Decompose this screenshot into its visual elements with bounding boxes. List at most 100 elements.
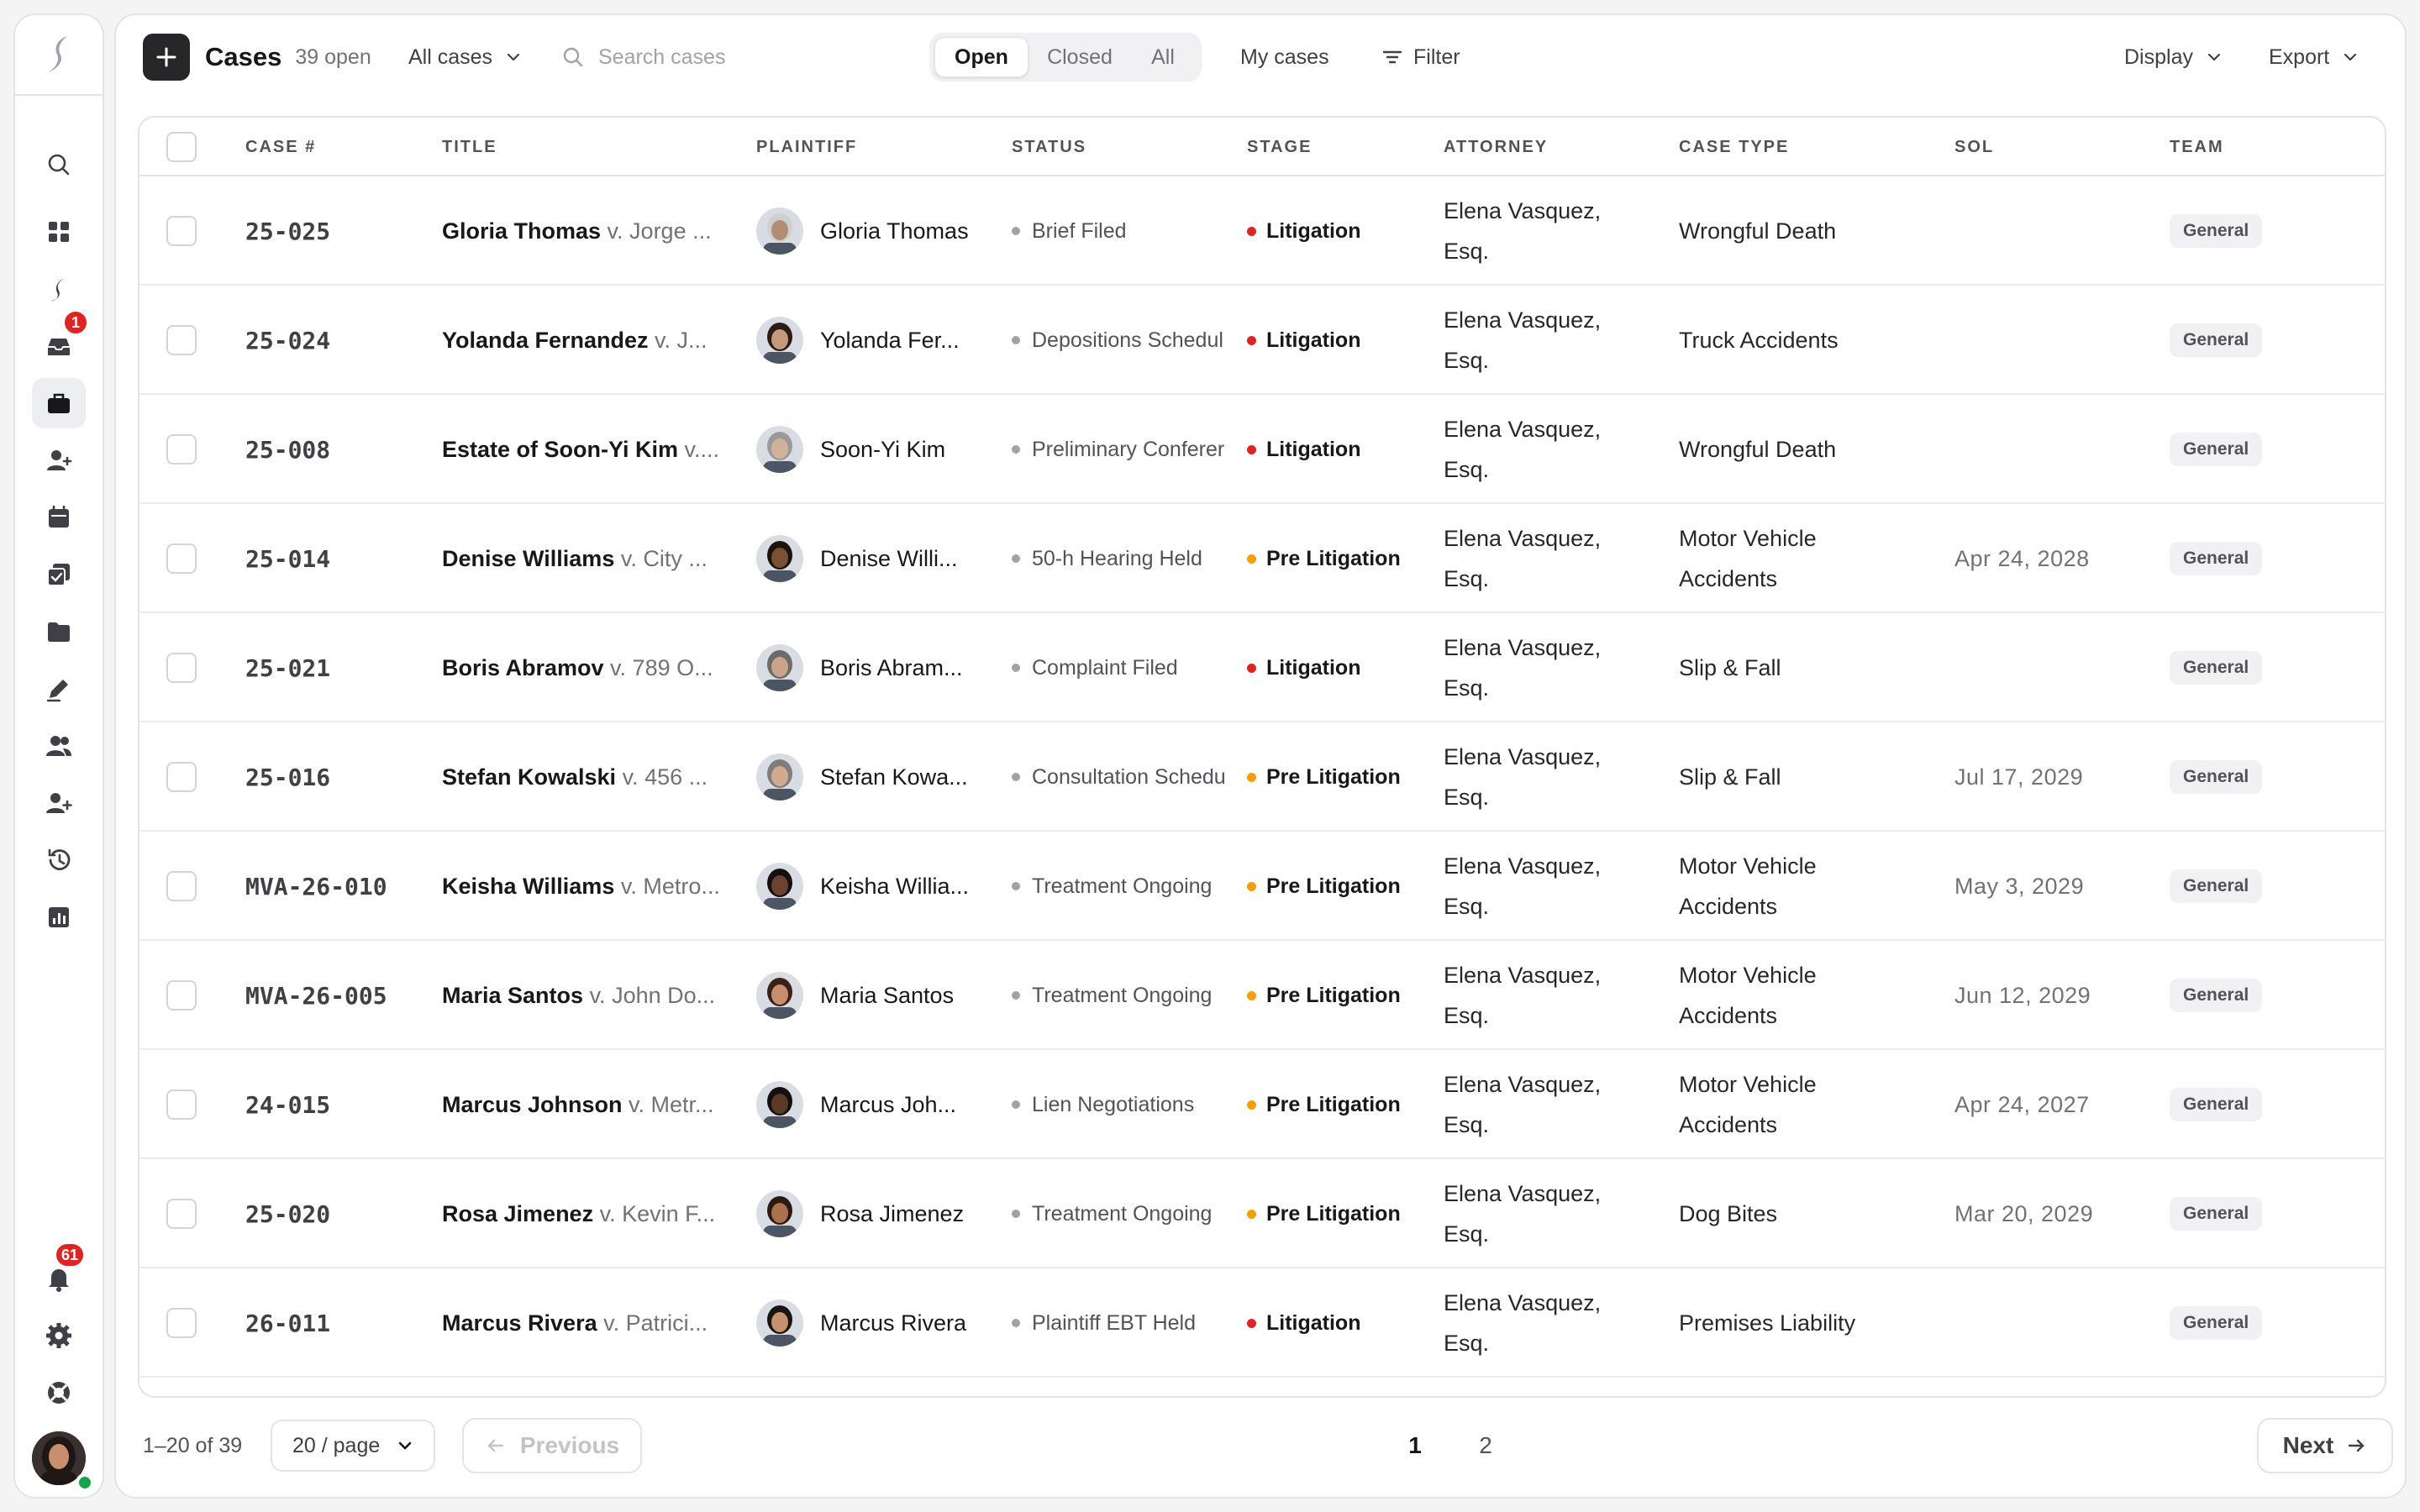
case-type: Premises Liability [1679, 1310, 1856, 1336]
tab-open[interactable]: Open [934, 37, 1028, 77]
col-title[interactable]: TITLE [442, 118, 497, 176]
table-row[interactable]: 25-014 Denise Williams v. City ... Denise … [139, 504, 2385, 613]
tab-closed[interactable]: Closed [1034, 37, 1126, 77]
export-menu[interactable]: Export [2269, 15, 2360, 99]
case-type: Wrongful Death [1679, 218, 1837, 244]
title-plaintiff: Estate of Soon-Yi Kim [442, 436, 679, 462]
row-checkbox[interactable] [166, 1089, 197, 1120]
sidebar-item-add-user[interactable] [32, 778, 86, 828]
search-icon [48, 154, 70, 176]
page-2-button[interactable]: 2 [1460, 1420, 1511, 1472]
row-checkbox[interactable] [166, 1199, 197, 1229]
col-stage[interactable]: STAGE [1247, 118, 1312, 176]
table-row[interactable]: 25-008 Estate of Soon-Yi Kim v.... Soon-Yi… [139, 395, 2385, 504]
next-button[interactable]: Next [2257, 1418, 2393, 1473]
page-size-label: 20 / page [292, 1433, 381, 1457]
row-checkbox[interactable] [166, 434, 197, 465]
col-sol[interactable]: SOL [1954, 118, 1994, 176]
display-menu[interactable]: Display [2124, 15, 2223, 99]
col-attorney[interactable]: ATTORNEY [1444, 118, 1548, 176]
case-title[interactable]: Rosa Jimenez v. Kevin F... [442, 1159, 744, 1268]
sidebar-item-briefcase[interactable] [32, 378, 86, 428]
page-1-button[interactable]: 1 [1390, 1420, 1440, 1472]
table-row[interactable]: 24-015 Marcus Johnson v. Metr... Marcus Jo… [139, 1050, 2385, 1159]
row-checkbox[interactable] [166, 325, 197, 355]
sidebar-item-inbox[interactable]: 1 [32, 309, 89, 371]
case-number[interactable]: 25-008 [245, 436, 330, 464]
table-row[interactable]: 25-016 Stefan Kowalski v. 456 ... Stefan K… [139, 722, 2385, 832]
title-plaintiff: Maria Santos [442, 982, 584, 1008]
col-status[interactable]: STATUS [1012, 118, 1086, 176]
table-row[interactable]: 25-024 Yolanda Fernandez v. J... Yolanda F… [139, 286, 2385, 395]
sidebar-item-add-contact[interactable] [32, 435, 86, 486]
app-logo[interactable] [15, 15, 103, 96]
row-checkbox[interactable] [166, 871, 197, 901]
case-number[interactable]: 25-025 [245, 218, 330, 245]
page-size-select[interactable]: 20 / page [271, 1420, 435, 1472]
case-title[interactable]: Yolanda Fernandez v. J... [442, 286, 744, 395]
case-title[interactable]: Marcus Rivera v. Patrici... [442, 1268, 744, 1378]
stage-dot [1247, 663, 1256, 673]
sidebar-item-pen[interactable] [32, 664, 86, 714]
row-checkbox[interactable] [166, 762, 197, 792]
case-number[interactable]: MVA-26-005 [245, 982, 387, 1010]
sidebar-item-reports[interactable] [32, 892, 86, 942]
table-row[interactable]: MVA-26-005 Maria Santos v. John Do... Mari… [139, 941, 2385, 1050]
filter-button[interactable]: Filter [1381, 15, 1460, 99]
case-title[interactable]: Marcus Johnson v. Metr... [442, 1050, 744, 1159]
case-number[interactable]: MVA-26-010 [245, 873, 387, 900]
case-number[interactable]: 24-015 [245, 1091, 330, 1119]
table-row[interactable]: 25-025 Gloria Thomas v. Jorge ... Gloria T… [139, 176, 2385, 286]
row-checkbox[interactable] [166, 216, 197, 246]
col-case-number[interactable]: CASE # [245, 118, 316, 176]
status-text: Lien Negotiations [1032, 1092, 1195, 1116]
case-number[interactable]: 25-024 [245, 327, 330, 354]
my-cases-button[interactable]: My cases [1240, 15, 1329, 99]
case-title[interactable]: Gloria Thomas v. Jorge ... [442, 176, 744, 286]
case-number[interactable]: 25-016 [245, 764, 330, 791]
sidebar-item-gear[interactable] [32, 1310, 86, 1361]
table-row[interactable]: 25-021 Boris Abramov v. 789 O... Boris Abr… [139, 613, 2385, 722]
case-filter-select[interactable]: All cases [408, 15, 523, 99]
sidebar-item-help-lifebuoy[interactable] [32, 1368, 86, 1418]
case-number[interactable]: 26-011 [245, 1310, 330, 1337]
sidebar-item-folder[interactable] [32, 606, 86, 657]
row-checkbox[interactable] [166, 653, 197, 683]
sidebar-item-dashboard-grid[interactable] [32, 207, 86, 257]
plaintiff-name: Yolanda Fer... [820, 327, 960, 353]
previous-button[interactable]: Previous [462, 1418, 642, 1473]
case-number[interactable]: 25-021 [245, 654, 330, 682]
case-number[interactable]: 25-020 [245, 1200, 330, 1228]
filter-label: Filter [1413, 45, 1460, 69]
row-checkbox[interactable] [166, 980, 197, 1011]
case-number[interactable]: 25-014 [245, 545, 330, 573]
case-title[interactable]: Boris Abramov v. 789 O... [442, 613, 744, 722]
sidebar-item-brand-s[interactable] [32, 264, 86, 314]
sidebar-item-tasks[interactable] [32, 549, 86, 600]
col-plaintiff[interactable]: PLAINTIFF [756, 118, 857, 176]
tab-all[interactable]: All [1129, 37, 1197, 77]
sidebar-item-search[interactable] [32, 139, 86, 190]
row-checkbox[interactable] [166, 1308, 197, 1338]
col-team[interactable]: TEAM [2170, 118, 2224, 176]
table-row[interactable]: 26-011 Marcus Rivera v. Patrici... Marcus … [139, 1268, 2385, 1378]
select-all-checkbox[interactable] [166, 132, 197, 162]
sidebar-item-calendar[interactable] [32, 492, 86, 543]
search-input[interactable]: Search cases [598, 45, 725, 70]
case-title[interactable]: Maria Santos v. John Do... [442, 941, 744, 1050]
row-checkbox[interactable] [166, 543, 197, 574]
table-row[interactable]: MVA-26-010 Keisha Williams v. Metro... Kei… [139, 832, 2385, 941]
sidebar-item-people[interactable] [32, 721, 86, 771]
search-box[interactable]: Search cases [561, 15, 725, 99]
case-title[interactable]: Keisha Williams v. Metro... [442, 832, 744, 941]
case-title[interactable]: Denise Williams v. City ... [442, 504, 744, 613]
sidebar-item-history[interactable] [32, 835, 86, 885]
team-badge: General [2170, 760, 2263, 794]
new-case-button[interactable] [143, 34, 190, 81]
pen-icon [46, 680, 68, 702]
case-title[interactable]: Stefan Kowalski v. 456 ... [442, 722, 744, 832]
attorney-name: Elena Vasquez, Esq. [1444, 846, 1601, 927]
col-case-type[interactable]: CASE TYPE [1679, 118, 1789, 176]
table-row[interactable]: 25-020 Rosa Jimenez v. Kevin F... Rosa Jim… [139, 1159, 2385, 1268]
case-title[interactable]: Estate of Soon-Yi Kim v.... [442, 395, 744, 504]
